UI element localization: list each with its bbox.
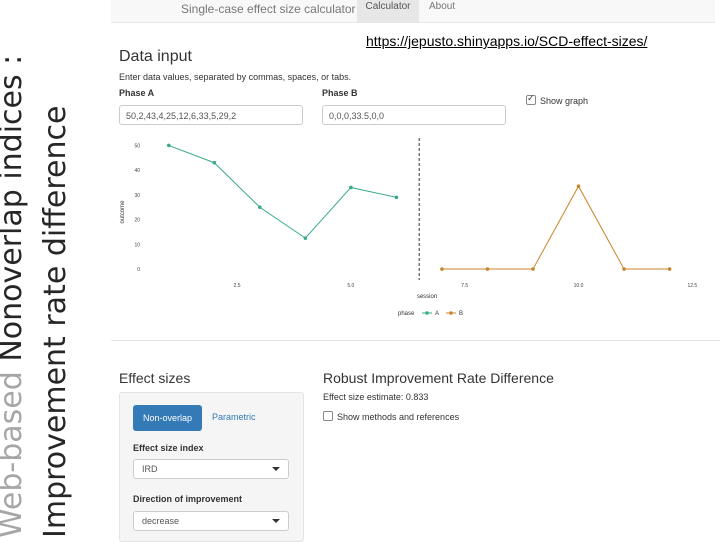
app-url-link[interactable]: https://jepusto.shinyapps.io/SCD-effect-… (366, 33, 647, 49)
result-heading: Robust Improvement Rate Difference (323, 370, 554, 386)
data-point-b (667, 267, 672, 271)
show-methods-label: Show methods and references (337, 412, 460, 422)
direction-label: Direction of improvement (133, 494, 243, 504)
data-input-instructions: Enter data values, separated by commas, … (119, 72, 352, 82)
legend-label-b: B (459, 311, 463, 317)
y-tick-label: 10 (134, 242, 140, 248)
data-point-b (622, 267, 626, 271)
chevron-down-icon (272, 519, 280, 523)
y-tick-label: 0 (137, 267, 140, 273)
navbar-brand[interactable]: Single-case effect size calculator (181, 2, 356, 16)
show-graph-label: Show graph (540, 96, 589, 106)
phase-b-input[interactable]: 0,0,0,33.5,0,0 (322, 105, 506, 125)
legend-label-a: A (435, 311, 439, 317)
x-axis-label: session (417, 294, 437, 300)
phase-a-label: Phase A (119, 88, 155, 98)
slide-title-line2: Improvement rate difference (38, 105, 73, 538)
phase-a-input[interactable]: 50,2,43,4,25,12,6,33,5,29,2 (119, 105, 303, 125)
navbar: Single-case effect size calculator Calcu… (111, 0, 715, 23)
data-point-b (485, 267, 490, 271)
data-point-a (258, 205, 262, 210)
slide-title-light: Web-based (0, 371, 29, 538)
data-point-b (440, 267, 444, 271)
y-tick-label: 30 (134, 193, 140, 199)
phase-b-label: Phase B (322, 88, 358, 98)
show-graph-checkbox[interactable] (526, 93, 536, 105)
effect-size-index-label: Effect size index (133, 443, 204, 453)
legend-marker-a (425, 311, 429, 315)
data-point-b (576, 184, 581, 189)
direction-select[interactable]: decrease (133, 511, 289, 531)
y-axis-label: outcome (120, 200, 126, 224)
tab-calculator[interactable]: Calculator (357, 0, 419, 22)
show-graph-toggle[interactable]: Show graph (526, 93, 589, 106)
effect-size-index-value: IRD (142, 464, 158, 474)
y-tick-label: 20 (134, 218, 140, 224)
effect-size-index-select[interactable]: IRD (133, 459, 289, 479)
chevron-down-icon (272, 467, 280, 471)
data-input-heading: Data input (119, 48, 192, 65)
show-methods-checkbox[interactable] (323, 411, 333, 421)
tab-parametric[interactable]: Parametric (212, 412, 256, 422)
series-line-b (441, 185, 670, 270)
data-point-b (531, 267, 535, 271)
series-line-a (168, 144, 397, 239)
legend-marker-b (449, 311, 453, 315)
direction-value: decrease (142, 516, 180, 526)
data-point-a (166, 143, 171, 148)
legend-title: phase (398, 311, 415, 317)
slide-title: Web-based Nonoverlap indices : Improveme… (0, 18, 79, 538)
data-point-a (303, 236, 308, 240)
x-tick-label: 7.5 (461, 283, 468, 289)
x-tick-label: 2.5 (234, 283, 241, 289)
slide-title-line1: Web-based Nonoverlap indices : (0, 55, 31, 538)
x-tick-label: 12.5 (687, 283, 697, 289)
y-tick-label: 50 (134, 143, 140, 149)
show-methods-toggle[interactable]: Show methods and references (323, 411, 459, 422)
tab-non-overlap[interactable]: Non-overlap (133, 405, 202, 431)
y-tick-label: 40 (134, 168, 140, 174)
section-divider (111, 340, 720, 341)
effect-size-estimate: Effect size estimate: 0.833 (323, 392, 429, 402)
tab-about[interactable]: About (429, 0, 455, 14)
x-tick-label: 10.0 (574, 283, 584, 289)
effect-sizes-heading: Effect sizes (119, 370, 191, 386)
x-tick-label: 5.0 (347, 283, 354, 289)
data-point-a (349, 185, 353, 190)
data-point-a (394, 195, 399, 200)
phase-chart: 0 10 20 30 40 50 2.5 5.0 7.5 10.0 12.5 session outco… (120, 138, 697, 317)
data-point-a (212, 160, 217, 165)
slide-title-dark: Nonoverlap indices : (0, 55, 29, 362)
